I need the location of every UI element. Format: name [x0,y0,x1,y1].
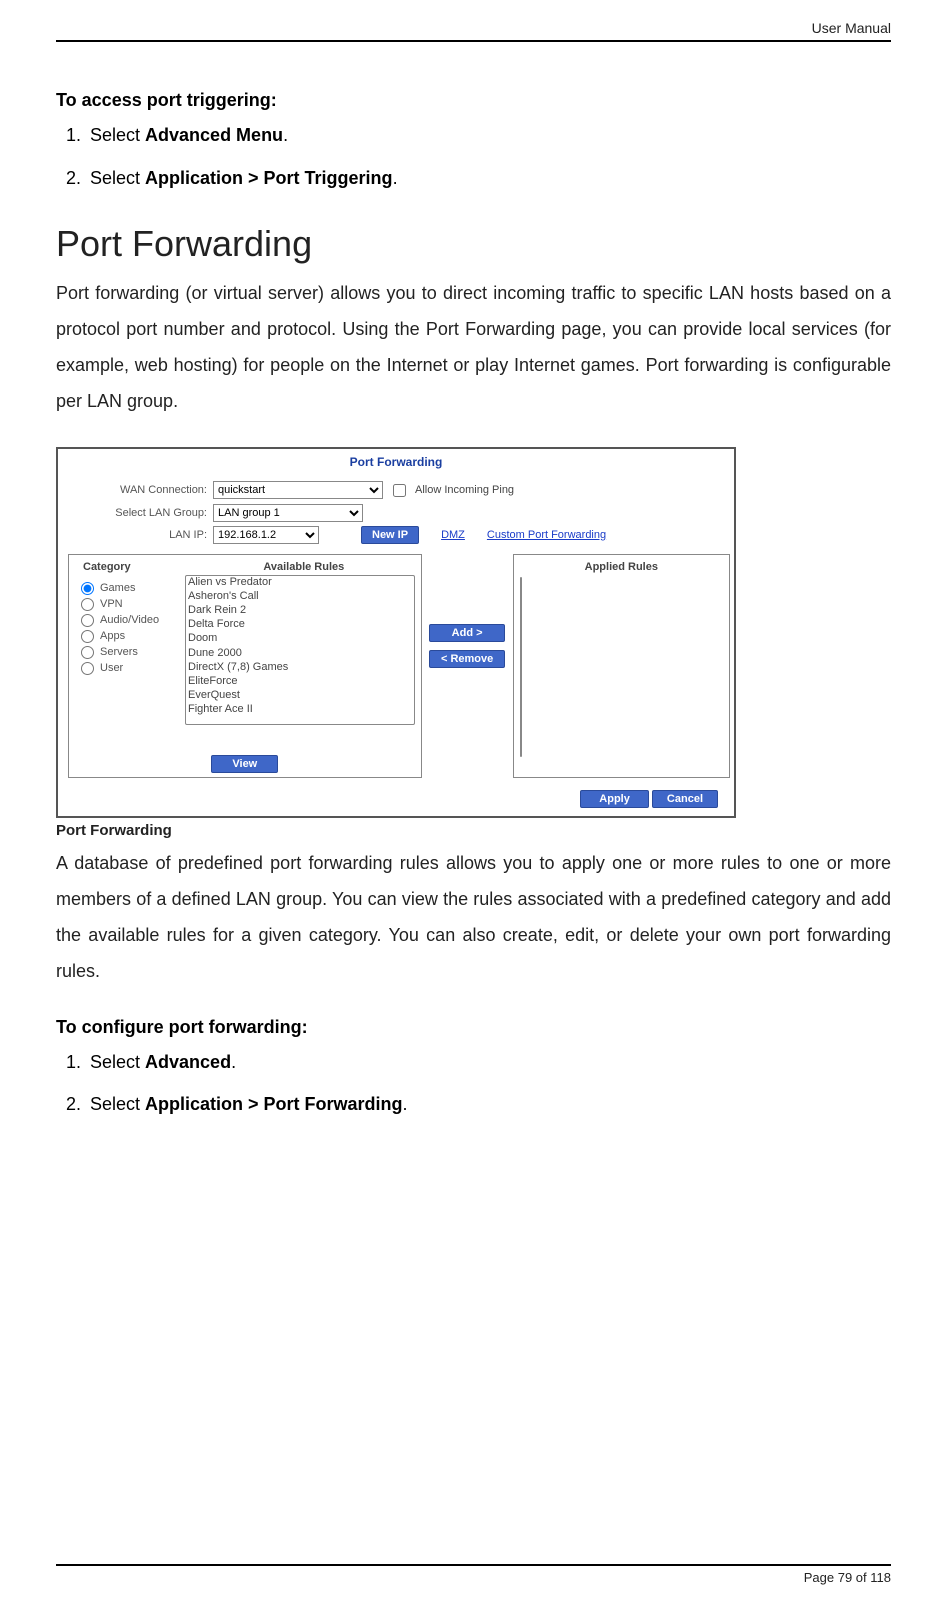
category-apps[interactable]: Apps [75,630,185,643]
rule-item[interactable]: Doom [186,632,414,646]
cancel-button[interactable]: Cancel [652,790,718,808]
radio-games[interactable] [81,582,94,595]
category-rules-box: Category Available Rules Games VPN Audio… [68,554,422,778]
step-1-pre: Select [90,125,145,145]
custom-port-forwarding-link[interactable]: Custom Port Forwarding [487,529,606,541]
radio-servers[interactable] [81,646,94,659]
figure-caption: Port Forwarding [56,822,891,839]
applied-rules-header: Applied Rules [520,561,723,573]
row-wan: WAN Connection: quickstart Allow Incomin… [58,481,734,500]
header-rule [56,40,891,42]
apply-button[interactable]: Apply [580,790,649,808]
radio-vpn[interactable] [81,598,94,611]
cfg-step-1: Select Advanced. [86,1048,891,1077]
category-rules-header: Category Available Rules [75,561,415,573]
category-user[interactable]: User [75,662,185,675]
category-radio-group: Games VPN Audio/Video Apps Servers User [75,575,185,753]
label-vpn: VPN [100,598,123,610]
steps-access-trigger: Select Advanced Menu. Select Application… [86,121,891,193]
cfg-step-2-pre: Select [90,1094,145,1114]
label-user: User [100,662,123,674]
step-1-bold: Advanced Menu [145,125,283,145]
rule-item[interactable]: Dark Rein 2 [186,604,414,618]
cfg-step-1-post: . [231,1052,236,1072]
rule-item[interactable]: Fighter Ace II [186,703,414,717]
label-apps: Apps [100,630,125,642]
view-button[interactable]: View [211,755,278,773]
footer-rule [56,1564,891,1566]
cfg-step-2: Select Application > Port Forwarding. [86,1090,891,1119]
rule-item[interactable]: EliteForce [186,675,414,689]
rules-area: Category Available Rules Games VPN Audio… [68,554,730,778]
transfer-buttons: Add > < Remove [428,554,507,668]
new-ip-button[interactable]: New IP [361,526,419,544]
paragraph-intro: Port forwarding (or virtual server) allo… [56,275,891,419]
lan-ip-label: LAN IP: [62,529,207,541]
label-games: Games [100,582,135,594]
cfg-step-2-post: . [403,1094,408,1114]
rule-item[interactable]: EverQuest [186,689,414,703]
row-lan-group: Select LAN Group: LAN group 1 [58,504,734,522]
cfg-step-1-pre: Select [90,1052,145,1072]
radio-audio-video[interactable] [81,614,94,627]
footer: Page 79 of 118 [56,1556,891,1585]
bottom-buttons: Apply Cancel [58,784,734,808]
cfg-step-1-bold: Advanced [145,1052,231,1072]
rule-item[interactable]: Asheron's Call [186,590,414,604]
label-audio-video: Audio/Video [100,614,159,626]
step-2-pre: Select [90,168,145,188]
page-number: Page 79 of 118 [56,1570,891,1585]
panel-title: Port Forwarding [58,449,734,479]
port-forwarding-panel: Port Forwarding WAN Connection: quicksta… [56,447,736,818]
category-header: Category [75,561,193,573]
applied-rules-list[interactable] [520,577,522,757]
add-button[interactable]: Add > [429,624,505,642]
wan-select[interactable]: quickstart [213,481,383,499]
cfg-step-2-bold: Application > Port Forwarding [145,1094,403,1114]
remove-button[interactable]: < Remove [429,650,505,668]
category-games[interactable]: Games [75,582,185,595]
row-lan-ip: LAN IP: 192.168.1.2 New IP DMZ Custom Po… [58,526,734,544]
allow-ping-label: Allow Incoming Ping [415,484,514,496]
header-right: User Manual [56,20,891,36]
section-access-trigger-title: To access port triggering: [56,90,891,111]
radio-apps[interactable] [81,630,94,643]
available-rules-header: Available Rules [193,561,415,573]
rule-item[interactable]: DirectX (7,8) Games [186,661,414,675]
rule-item[interactable]: Dune 2000 [186,647,414,661]
lan-group-select[interactable]: LAN group 1 [213,504,363,522]
allow-ping-checkbox[interactable] [393,484,406,497]
paragraph-db: A database of predefined port forwarding… [56,845,891,989]
wan-label: WAN Connection: [62,484,207,496]
step-1: Select Advanced Menu. [86,121,891,150]
lan-group-label: Select LAN Group: [62,507,207,519]
steps-configure: Select Advanced. Select Application > Po… [86,1048,891,1120]
category-vpn[interactable]: VPN [75,598,185,611]
step-2: Select Application > Port Triggering. [86,164,891,193]
available-rules-list[interactable]: Alien vs Predator Asheron's Call Dark Re… [185,575,415,725]
section-configure-title: To configure port forwarding: [56,1017,891,1038]
radio-user[interactable] [81,662,94,675]
lan-ip-select[interactable]: 192.168.1.2 [213,526,319,544]
applied-rules-box: Applied Rules [513,554,730,778]
step-2-bold: Application > Port Triggering [145,168,393,188]
rule-item[interactable]: Alien vs Predator [186,576,414,590]
step-2-post: . [393,168,398,188]
heading-port-forwarding: Port Forwarding [56,223,891,265]
step-1-post: . [283,125,288,145]
category-servers[interactable]: Servers [75,646,185,659]
category-audio-video[interactable]: Audio/Video [75,614,185,627]
rule-item[interactable]: Delta Force [186,618,414,632]
dmz-link[interactable]: DMZ [441,529,465,541]
label-servers: Servers [100,646,138,658]
